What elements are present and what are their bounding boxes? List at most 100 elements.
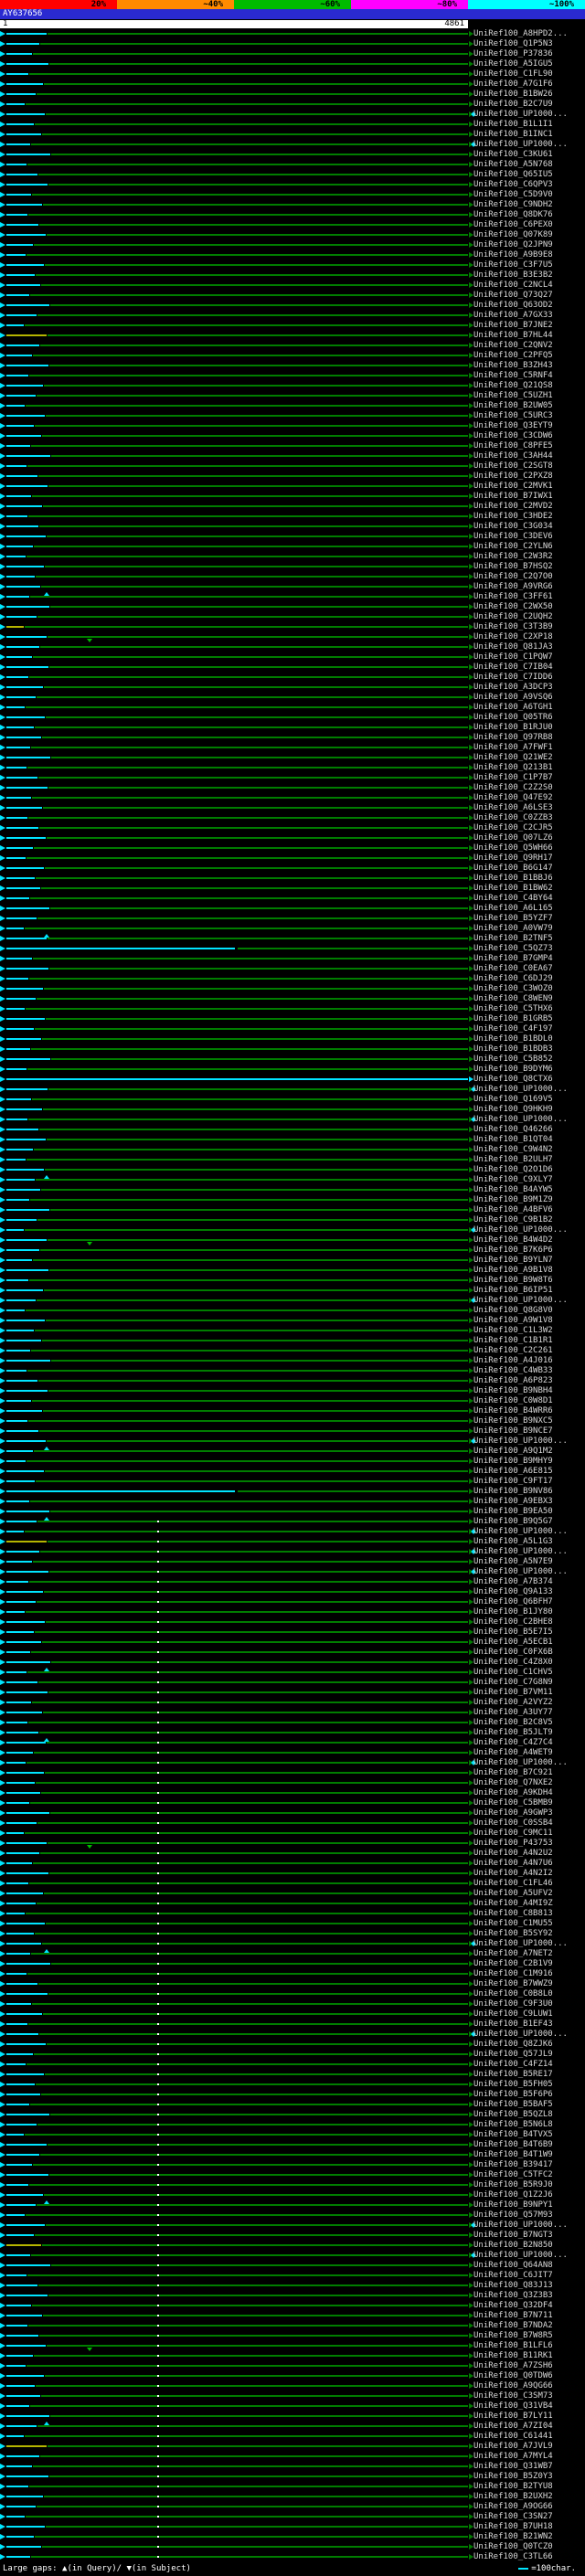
hit-label[interactable]: UniRef100_B7NDA2 [473, 2321, 553, 2331]
hit-label[interactable]: UniRef100_C3KU61 [473, 150, 553, 160]
hit-label[interactable]: UniRef100_UP1000... [473, 1758, 568, 1768]
hsp-segment[interactable] [6, 254, 26, 256]
hsp-segment[interactable] [6, 1360, 50, 1362]
hsp-segment[interactable] [6, 435, 41, 437]
hsp-segment[interactable] [45, 1470, 468, 1472]
hit-label[interactable]: UniRef100_UP1000... [473, 110, 568, 120]
hit-label[interactable]: UniRef100_C61441 [473, 2432, 553, 2442]
hsp-segment[interactable] [6, 646, 39, 648]
hsp-segment[interactable] [46, 415, 468, 417]
hsp-segment[interactable] [6, 1953, 30, 1955]
hit-label[interactable]: UniRef100_A3UY77 [473, 1708, 553, 1718]
hsp-segment[interactable] [6, 2174, 48, 2176]
hsp-segment[interactable] [32, 2003, 468, 2005]
hit-label[interactable]: UniRef100_Q8G8V0 [473, 1306, 553, 1316]
hit-label[interactable]: UniRef100_C2WX50 [473, 602, 553, 612]
hsp-segment[interactable] [6, 1671, 27, 1673]
hsp-segment[interactable] [6, 2496, 43, 2497]
hsp-segment[interactable] [39, 1430, 468, 1432]
hsp-segment[interactable] [44, 83, 468, 85]
hsp-segment[interactable] [6, 546, 33, 547]
hit-label[interactable]: UniRef100_B9MHY9 [473, 1457, 553, 1467]
hit-label[interactable]: UniRef100_C0FX6B [473, 1648, 553, 1658]
hsp-segment[interactable] [6, 1189, 40, 1191]
hsp-segment[interactable] [48, 184, 468, 186]
hsp-segment[interactable] [6, 83, 43, 85]
hsp-segment[interactable] [6, 334, 47, 336]
hsp-segment[interactable] [6, 2375, 44, 2377]
hit-label[interactable]: UniRef100_B1BW62 [473, 884, 553, 894]
hsp-segment[interactable] [6, 535, 46, 537]
hsp-segment[interactable] [48, 938, 468, 939]
hsp-segment[interactable] [6, 133, 41, 135]
hsp-segment[interactable] [6, 73, 28, 75]
hit-label[interactable]: UniRef100_C5BMB9 [473, 1798, 553, 1808]
hit-label[interactable]: UniRef100_B9NCE7 [473, 1426, 553, 1436]
hsp-segment[interactable] [6, 897, 29, 899]
hit-label[interactable]: UniRef100_Q8ZJK6 [473, 2040, 553, 2050]
hsp-segment[interactable] [6, 1299, 36, 1301]
hsp-segment[interactable] [50, 1812, 468, 1814]
hsp-segment[interactable] [33, 656, 468, 658]
hsp-segment[interactable] [6, 314, 37, 316]
hsp-segment[interactable] [6, 154, 50, 155]
hsp-segment[interactable] [6, 1088, 48, 1090]
hsp-segment[interactable] [47, 2345, 468, 2347]
hsp-segment[interactable] [6, 1903, 36, 1904]
hsp-segment[interactable] [6, 1732, 38, 1733]
hsp-segment[interactable] [29, 2184, 468, 2186]
hsp-segment[interactable] [37, 1822, 468, 1824]
hsp-segment[interactable] [6, 1179, 35, 1181]
hsp-segment[interactable] [6, 2073, 44, 2075]
hsp-segment[interactable] [35, 726, 468, 728]
hsp-segment[interactable] [35, 1330, 468, 1331]
hsp-segment[interactable] [6, 747, 30, 748]
hsp-segment[interactable] [6, 2104, 29, 2105]
hsp-segment[interactable] [6, 777, 37, 779]
hit-label[interactable]: UniRef100_Q97RB8 [473, 733, 553, 743]
hsp-segment[interactable] [34, 847, 468, 849]
hsp-segment[interactable] [32, 194, 468, 196]
hit-label[interactable]: UniRef100_Q2JPN9 [473, 240, 553, 250]
hit-label[interactable]: UniRef100_B2N850 [473, 2241, 553, 2251]
hit-label[interactable]: UniRef100_B3E3B2 [473, 270, 553, 281]
hsp-segment[interactable] [6, 1631, 34, 1633]
hsp-segment[interactable] [238, 1490, 468, 1492]
hsp-segment[interactable] [6, 1822, 37, 1824]
hsp-segment[interactable] [46, 2526, 468, 2528]
hsp-segment[interactable] [6, 847, 33, 849]
hit-label[interactable]: UniRef100_C5QZ73 [473, 944, 553, 954]
hsp-segment[interactable] [6, 616, 37, 618]
hsp-segment[interactable] [6, 586, 40, 588]
hsp-segment[interactable] [48, 1239, 468, 1241]
hsp-segment[interactable] [42, 737, 468, 738]
hsp-segment[interactable] [6, 857, 26, 859]
hsp-segment[interactable] [6, 63, 48, 65]
hit-label[interactable]: UniRef100_B1INC1 [473, 130, 553, 140]
hsp-segment[interactable] [6, 1159, 26, 1161]
hsp-segment[interactable] [38, 1681, 468, 1683]
hsp-segment[interactable] [6, 1872, 48, 1874]
hsp-segment[interactable] [6, 1460, 26, 1462]
hit-label[interactable]: UniRef100_C4WB33 [473, 1366, 553, 1376]
hsp-segment[interactable] [33, 958, 468, 959]
hsp-segment[interactable] [47, 1440, 468, 1442]
hit-label[interactable]: UniRef100_B9NXC5 [473, 1416, 553, 1426]
hsp-segment[interactable] [33, 2465, 468, 2467]
hit-label[interactable]: UniRef100_C0SSB4 [473, 1818, 553, 1829]
hsp-segment[interactable] [27, 164, 468, 165]
hsp-segment[interactable] [45, 1772, 468, 1774]
hit-label[interactable]: UniRef100_B5RE17 [473, 2070, 553, 2080]
hsp-segment[interactable] [6, 1500, 29, 1502]
hsp-segment[interactable] [50, 2114, 468, 2115]
hit-label[interactable]: UniRef100_A9VRG6 [473, 582, 553, 592]
hit-label[interactable]: UniRef100_A4BFV6 [473, 1205, 553, 1215]
hsp-segment[interactable] [37, 616, 468, 618]
hsp-segment[interactable] [34, 546, 468, 547]
hit-label[interactable]: UniRef100_B7HSQ2 [473, 562, 553, 572]
hit-label[interactable]: UniRef100_Q47E92 [473, 793, 553, 803]
hit-label[interactable]: UniRef100_C7IDD6 [473, 673, 553, 683]
hsp-segment[interactable] [42, 1038, 468, 1040]
hit-label[interactable]: UniRef100_A6LSE3 [473, 803, 553, 813]
hsp-segment[interactable] [27, 2274, 468, 2276]
